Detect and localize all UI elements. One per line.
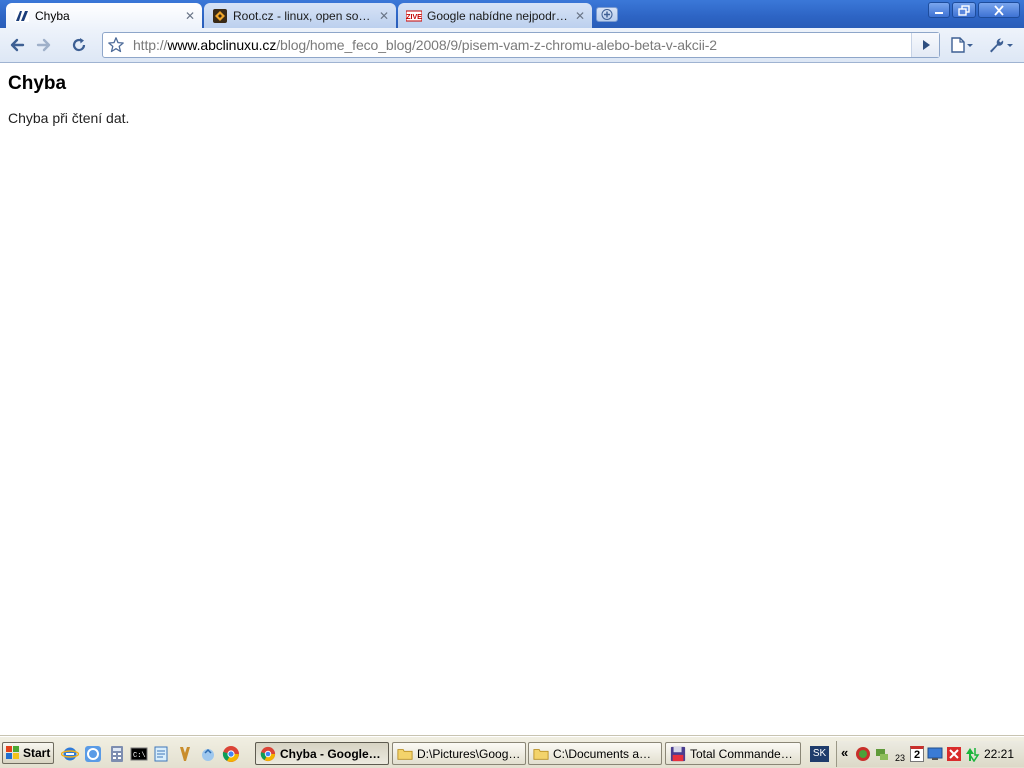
back-button[interactable] bbox=[4, 32, 30, 58]
folder-icon bbox=[397, 748, 413, 760]
task-total-commander[interactable]: Total Commander 6.55 bbox=[665, 742, 801, 765]
network-icon[interactable] bbox=[874, 746, 890, 762]
reload-icon bbox=[72, 38, 86, 52]
go-arrow-icon bbox=[922, 40, 930, 50]
tab-root-cz[interactable]: Root.cz - linux, open source ✕ bbox=[204, 3, 396, 28]
calculator-icon[interactable] bbox=[108, 745, 126, 763]
task-documents-folder[interactable]: C:\Documents and Settings bbox=[528, 742, 662, 765]
badge-count: 23 bbox=[895, 753, 906, 763]
task-chrome[interactable]: Chyba - Google Chrome bbox=[255, 742, 389, 765]
go-button[interactable] bbox=[911, 33, 939, 57]
update-arrow-icon[interactable] bbox=[964, 746, 980, 762]
tab-label: Google nabídne nejpodrobnější bbox=[427, 8, 570, 23]
windows-logo-icon bbox=[6, 746, 19, 759]
address-bar[interactable]: http://www.abclinuxu.cz/blog/home_feco_b… bbox=[102, 32, 940, 58]
ie-icon[interactable] bbox=[61, 745, 79, 763]
abclinuxu-icon bbox=[15, 9, 29, 22]
zive-icon: ZIVE bbox=[406, 10, 422, 21]
clock[interactable]: 22:21 bbox=[984, 747, 1014, 761]
tab-chyba[interactable]: Chyba ✕ bbox=[6, 3, 202, 28]
language-indicator[interactable]: SK bbox=[810, 746, 829, 762]
close-window-button[interactable] bbox=[978, 2, 1020, 18]
url-scheme: http:// bbox=[133, 37, 168, 53]
tab-label: Chyba bbox=[35, 8, 70, 23]
close-icon bbox=[994, 5, 1004, 16]
task-label: Total Commander 6.55 bbox=[690, 746, 796, 761]
tab-close-icon[interactable]: ✕ bbox=[184, 10, 196, 22]
minimize-icon bbox=[935, 12, 943, 14]
svg-text:ZIVE: ZIVE bbox=[406, 14, 422, 21]
calendar-day: 2 bbox=[913, 749, 921, 761]
svg-text:C:\: C:\ bbox=[133, 752, 146, 760]
minimize-button[interactable] bbox=[928, 2, 950, 18]
task-label: D:\Pictures\Google Chrome bbox=[417, 746, 521, 761]
calendar-icon[interactable]: 2 bbox=[910, 746, 924, 762]
page-content: Chyba Chyba při čtení dat. bbox=[0, 64, 1024, 736]
shield-icon[interactable] bbox=[946, 746, 962, 762]
monitor-icon[interactable] bbox=[927, 746, 943, 762]
task-pictures-folder[interactable]: D:\Pictures\Google Chrome bbox=[392, 742, 526, 765]
tab-zive[interactable]: ZIVE Google nabídne nejpodrobnější ✕ bbox=[398, 3, 592, 28]
root-cz-icon bbox=[213, 8, 227, 23]
floppy-icon bbox=[670, 746, 686, 761]
chrome-icon bbox=[260, 746, 276, 761]
notepad-icon[interactable] bbox=[152, 745, 170, 763]
screen: Chyba ✕ Root.cz - linux, open source ✕ Z… bbox=[0, 0, 1024, 768]
system-tray: « 23 2 22:21 bbox=[836, 741, 1024, 767]
url-path: /blog/home_feco_blog/2008/9/pisem-vam-z-… bbox=[276, 37, 717, 53]
forward-arrow-icon bbox=[36, 38, 51, 52]
folder-icon bbox=[533, 748, 549, 760]
task-label: C:\Documents and Settings bbox=[553, 746, 657, 761]
antivirus-icon[interactable] bbox=[855, 746, 871, 762]
tab-close-icon[interactable]: ✕ bbox=[574, 10, 586, 22]
page-title: Chyba bbox=[8, 73, 67, 94]
url-text[interactable]: http://www.abclinuxu.cz/blog/home_feco_b… bbox=[133, 33, 717, 57]
back-arrow-icon bbox=[10, 38, 25, 52]
restore-icon bbox=[958, 5, 970, 16]
start-button[interactable]: Start bbox=[2, 742, 54, 764]
new-tab-button[interactable] bbox=[596, 7, 618, 22]
reload-button[interactable] bbox=[66, 32, 92, 58]
page-menu-icon bbox=[951, 37, 973, 53]
task-label: Chyba - Google Chrome bbox=[280, 746, 384, 761]
browser-toolbar: http://www.abclinuxu.cz/blog/home_feco_b… bbox=[0, 28, 1024, 63]
ie-alt-icon[interactable] bbox=[84, 745, 102, 763]
plus-icon bbox=[601, 9, 613, 20]
recycle-icon[interactable] bbox=[199, 745, 217, 763]
tool-icon[interactable] bbox=[176, 745, 194, 763]
wrench-icon bbox=[990, 38, 1013, 53]
restore-button[interactable] bbox=[952, 2, 976, 18]
page-menu-button[interactable] bbox=[947, 32, 977, 58]
chrome-icon[interactable] bbox=[222, 745, 240, 763]
taskbar: Start C:\ Chyba - Google C D:\Pictures\G… bbox=[0, 736, 1024, 768]
wrench-menu-button[interactable] bbox=[985, 32, 1017, 58]
cmd-icon[interactable]: C:\ bbox=[130, 745, 148, 763]
tab-label: Root.cz - linux, open source bbox=[233, 8, 374, 23]
tray-expand-button[interactable]: « bbox=[841, 745, 848, 760]
error-message: Chyba při čtení dat. bbox=[8, 110, 130, 126]
star-icon[interactable] bbox=[107, 36, 125, 54]
start-label: Start bbox=[23, 746, 51, 760]
tab-close-icon[interactable]: ✕ bbox=[378, 10, 390, 22]
browser-titlebar: Chyba ✕ Root.cz - linux, open source ✕ Z… bbox=[0, 0, 1024, 28]
forward-button[interactable] bbox=[31, 32, 57, 58]
url-host: www.abclinuxu.cz bbox=[167, 37, 277, 53]
